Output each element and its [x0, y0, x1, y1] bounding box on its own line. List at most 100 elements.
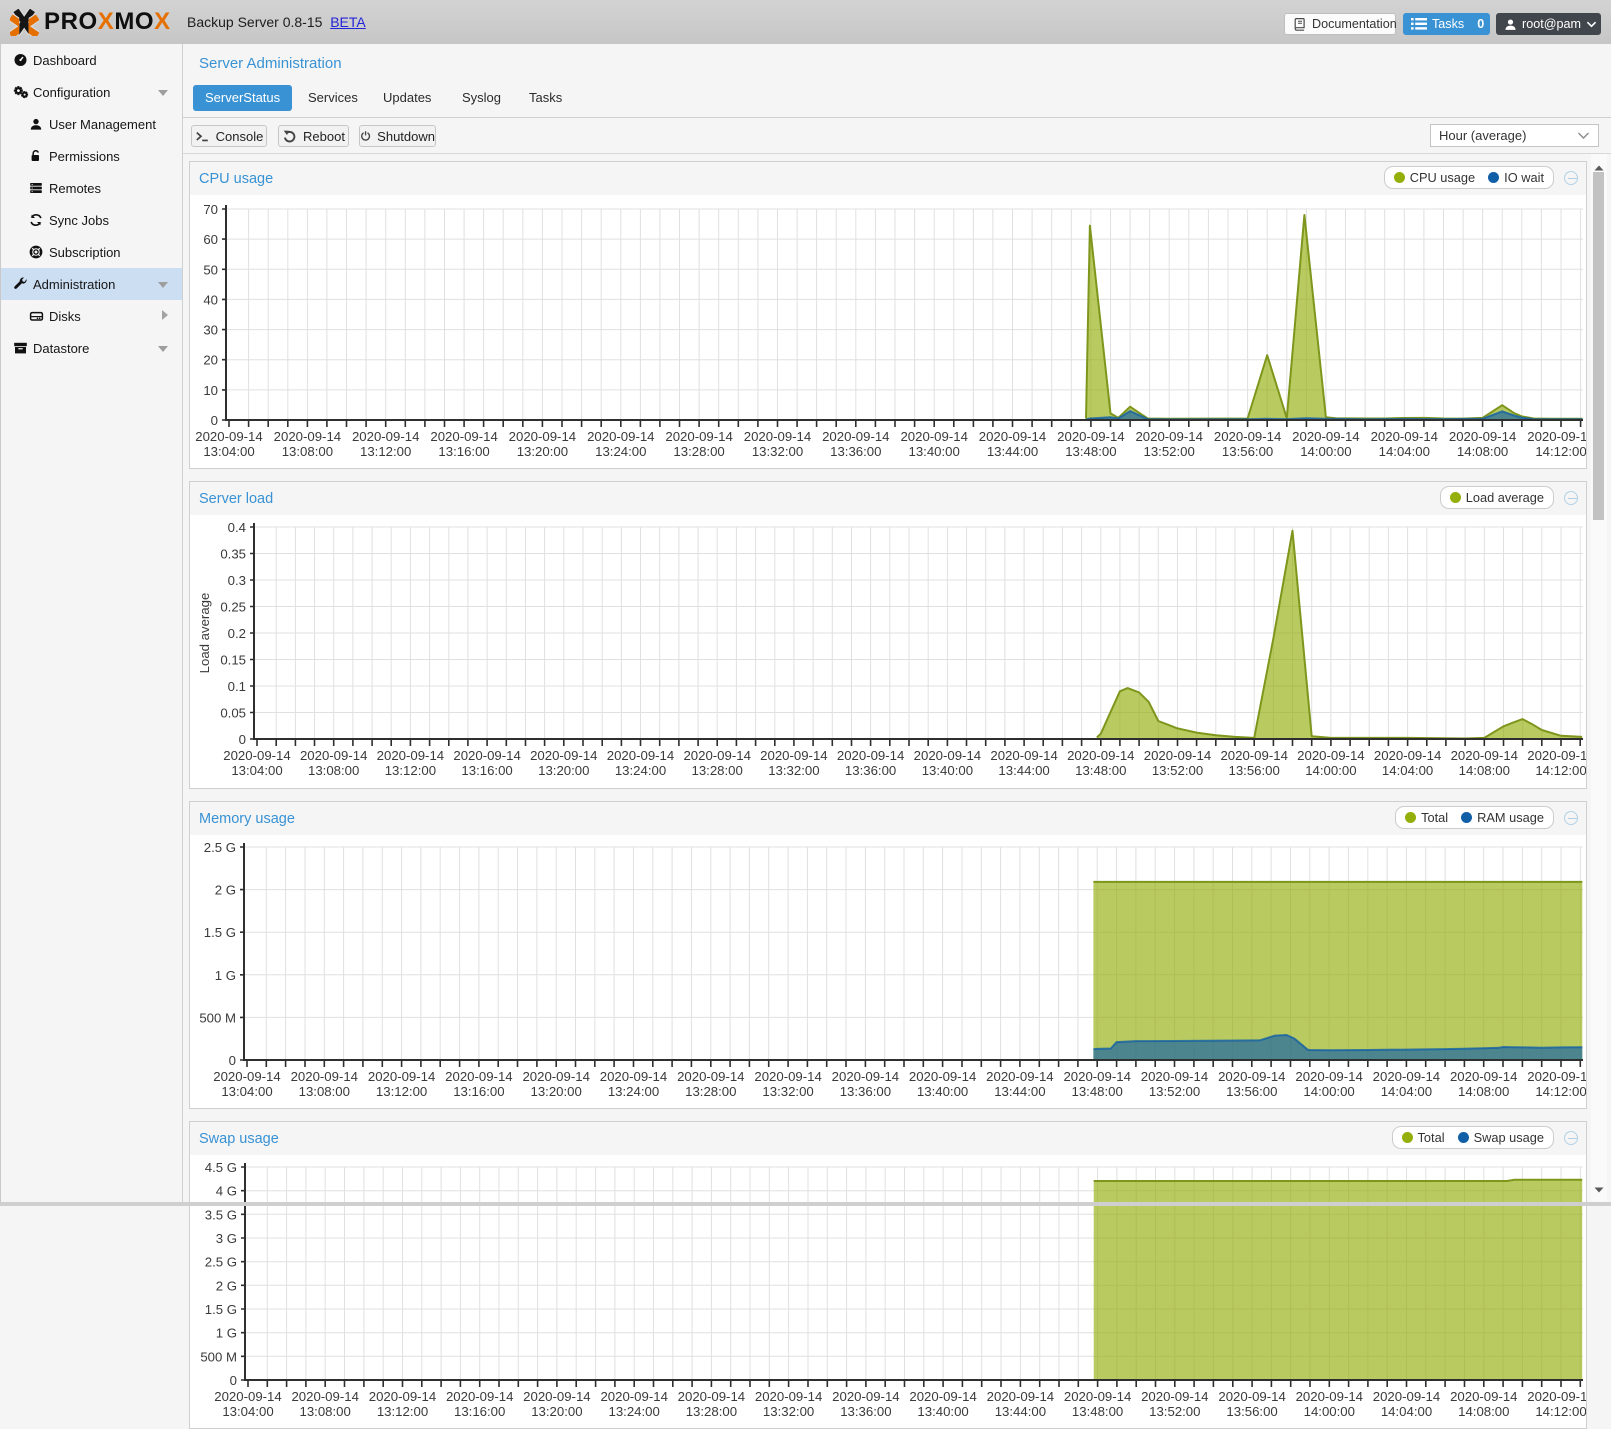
svg-text:13:16:00: 13:16:00	[438, 444, 489, 459]
svg-text:2.5 G: 2.5 G	[205, 1255, 237, 1270]
svg-text:4.5 G: 4.5 G	[205, 1160, 237, 1175]
svg-text:2020-09-14: 2020-09-14	[600, 1389, 667, 1404]
svg-text:2020-09-14: 2020-09-14	[1064, 1389, 1131, 1404]
svg-text:2020-09-14: 2020-09-14	[1063, 1069, 1130, 1084]
svg-text:14:12:00: 14:12:00	[1535, 444, 1586, 459]
svg-text:Load average: Load average	[197, 593, 212, 674]
svg-text:2020-09-14: 2020-09-14	[1373, 1389, 1440, 1404]
svg-text:2020-09-14: 2020-09-14	[1141, 1389, 1208, 1404]
svg-text:1 G: 1 G	[216, 1326, 237, 1341]
svg-text:13:08:00: 13:08:00	[282, 444, 333, 459]
svg-text:13:52:00: 13:52:00	[1152, 763, 1203, 778]
svg-text:2 G: 2 G	[216, 1278, 237, 1293]
svg-text:2020-09-14: 2020-09-14	[1067, 748, 1134, 763]
svg-text:14:04:00: 14:04:00	[1382, 763, 1433, 778]
svg-text:1 G: 1 G	[215, 968, 236, 983]
svg-text:2020-09-14: 2020-09-14	[914, 748, 981, 763]
svg-text:13:04:00: 13:04:00	[221, 1084, 272, 1099]
svg-text:2020-09-14: 2020-09-14	[214, 1389, 281, 1404]
svg-text:3.5 G: 3.5 G	[205, 1207, 237, 1222]
svg-text:13:28:00: 13:28:00	[686, 1404, 737, 1419]
svg-text:2020-09-14: 2020-09-14	[1297, 748, 1364, 763]
svg-text:0: 0	[239, 732, 246, 747]
svg-text:13:56:00: 13:56:00	[1226, 1084, 1277, 1099]
svg-text:13:24:00: 13:24:00	[615, 763, 666, 778]
svg-text:13:36:00: 13:36:00	[845, 763, 896, 778]
svg-text:0.2: 0.2	[228, 626, 246, 641]
svg-text:2020-09-14: 2020-09-14	[523, 1389, 590, 1404]
svg-text:13:32:00: 13:32:00	[752, 444, 803, 459]
svg-text:14:00:00: 14:00:00	[1300, 444, 1351, 459]
svg-text:14:04:00: 14:04:00	[1381, 1404, 1432, 1419]
svg-text:2020-09-14: 2020-09-14	[300, 748, 367, 763]
svg-text:2020-09-14: 2020-09-14	[986, 1069, 1053, 1084]
svg-text:13:24:00: 13:24:00	[608, 1084, 659, 1099]
svg-text:2020-09-14: 2020-09-14	[832, 1389, 899, 1404]
svg-text:2020-09-14: 2020-09-14	[522, 1069, 589, 1084]
svg-text:14:08:00: 14:08:00	[1458, 1404, 1509, 1419]
svg-text:4 G: 4 G	[216, 1184, 237, 1199]
svg-text:13:48:00: 13:48:00	[1072, 1404, 1123, 1419]
svg-text:14:00:00: 14:00:00	[1304, 1404, 1355, 1419]
svg-text:2020-09-14: 2020-09-14	[291, 1389, 358, 1404]
svg-text:2020-09-14: 2020-09-14	[1451, 748, 1518, 763]
svg-text:40: 40	[203, 292, 218, 307]
svg-text:2020-09-14: 2020-09-14	[755, 1389, 822, 1404]
svg-text:0.3: 0.3	[228, 573, 246, 588]
svg-text:13:52:00: 13:52:00	[1144, 444, 1195, 459]
svg-text:2020-09-14: 2020-09-14	[832, 1069, 899, 1084]
svg-text:3 G: 3 G	[216, 1231, 237, 1246]
svg-text:14:04:00: 14:04:00	[1379, 444, 1430, 459]
svg-text:2020-09-14: 2020-09-14	[822, 429, 889, 444]
svg-text:13:16:00: 13:16:00	[461, 763, 512, 778]
svg-text:2020-09-14: 2020-09-14	[1218, 1069, 1285, 1084]
svg-text:2020-09-14: 2020-09-14	[683, 748, 750, 763]
svg-text:2020-09-14: 2020-09-14	[1295, 1069, 1362, 1084]
svg-text:2020-09-14: 2020-09-14	[1527, 429, 1586, 444]
svg-text:2020-09-14: 2020-09-14	[1141, 1069, 1208, 1084]
svg-text:2020-09-14: 2020-09-14	[837, 748, 904, 763]
svg-text:10: 10	[203, 383, 218, 398]
svg-text:2020-09-14: 2020-09-14	[1371, 429, 1438, 444]
svg-text:14:00:00: 14:00:00	[1303, 1084, 1354, 1099]
svg-text:2020-09-14: 2020-09-14	[195, 429, 262, 444]
svg-text:2020-09-14: 2020-09-14	[368, 1069, 435, 1084]
svg-text:13:40:00: 13:40:00	[917, 1084, 968, 1099]
svg-text:14:12:00: 14:12:00	[1535, 763, 1586, 778]
svg-text:2020-09-14: 2020-09-14	[979, 429, 1046, 444]
svg-text:2020-09-14: 2020-09-14	[352, 429, 419, 444]
svg-text:0.05: 0.05	[220, 706, 246, 721]
svg-text:13:08:00: 13:08:00	[308, 763, 359, 778]
svg-text:13:32:00: 13:32:00	[762, 1084, 813, 1099]
svg-text:0: 0	[229, 1053, 236, 1068]
svg-text:0.25: 0.25	[220, 600, 246, 615]
svg-text:13:28:00: 13:28:00	[692, 763, 743, 778]
svg-text:13:56:00: 13:56:00	[1222, 444, 1273, 459]
svg-text:13:16:00: 13:16:00	[453, 1084, 504, 1099]
svg-text:13:12:00: 13:12:00	[360, 444, 411, 459]
svg-text:2020-09-14: 2020-09-14	[430, 429, 497, 444]
svg-text:2020-09-14: 2020-09-14	[377, 748, 444, 763]
svg-text:2020-09-14: 2020-09-14	[909, 1389, 976, 1404]
svg-text:2020-09-14: 2020-09-14	[987, 1389, 1054, 1404]
svg-text:50: 50	[203, 262, 218, 277]
svg-text:2020-09-14: 2020-09-14	[1220, 748, 1287, 763]
svg-text:2020-09-14: 2020-09-14	[446, 1389, 513, 1404]
svg-text:2020-09-14: 2020-09-14	[1144, 748, 1211, 763]
svg-text:13:48:00: 13:48:00	[1075, 763, 1126, 778]
svg-text:14:04:00: 14:04:00	[1381, 1084, 1432, 1099]
svg-text:2020-09-14: 2020-09-14	[677, 1069, 744, 1084]
svg-text:2020-09-14: 2020-09-14	[213, 1069, 280, 1084]
svg-text:13:44:00: 13:44:00	[994, 1084, 1045, 1099]
svg-text:13:44:00: 13:44:00	[987, 444, 1038, 459]
svg-text:13:32:00: 13:32:00	[768, 763, 819, 778]
svg-text:1.5 G: 1.5 G	[204, 925, 236, 940]
svg-text:2020-09-14: 2020-09-14	[900, 429, 967, 444]
svg-text:500 M: 500 M	[200, 1349, 237, 1364]
svg-text:2020-09-14: 2020-09-14	[1214, 429, 1281, 444]
svg-text:500 M: 500 M	[199, 1010, 236, 1025]
svg-text:2020-09-14: 2020-09-14	[1135, 429, 1202, 444]
svg-text:0.15: 0.15	[220, 653, 246, 668]
svg-text:13:40:00: 13:40:00	[917, 1404, 968, 1419]
svg-text:13:56:00: 13:56:00	[1229, 763, 1280, 778]
